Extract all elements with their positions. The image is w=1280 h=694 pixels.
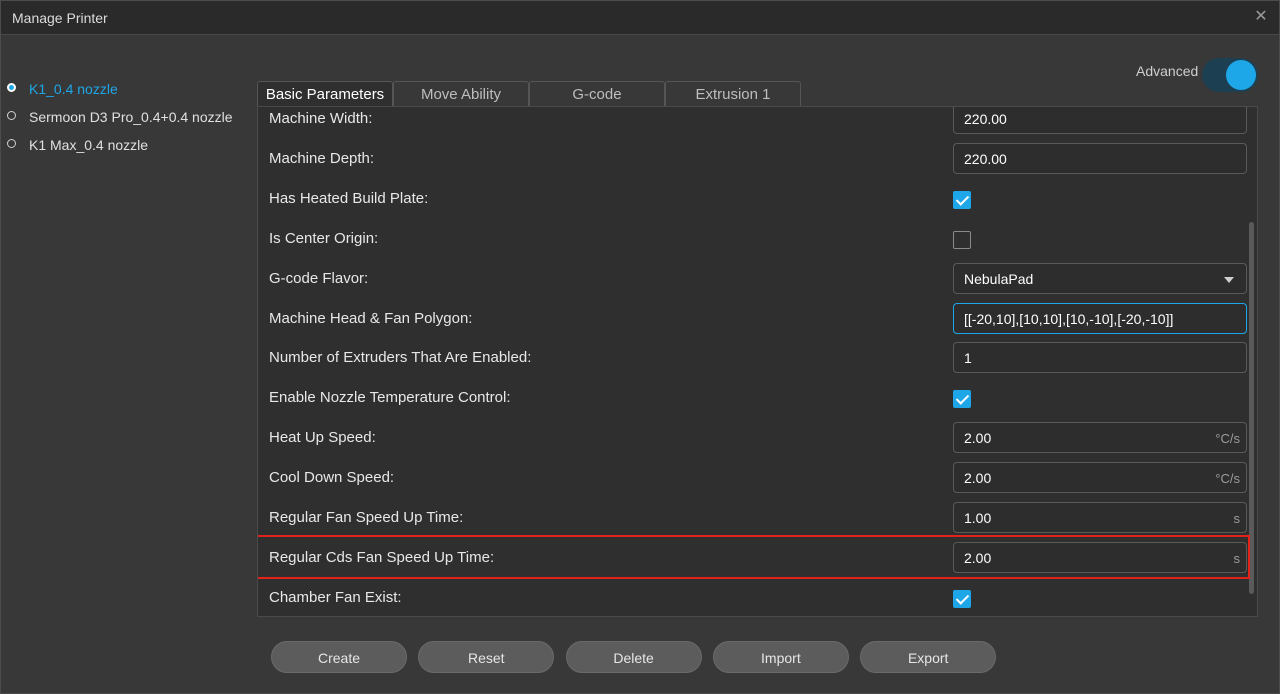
close-icon[interactable]: ✕ [1251,7,1271,27]
input-regular-cds-fan-speed-up-time[interactable]: 2.00 s [953,541,1247,573]
param-label: Chamber Fan Exist: [269,588,402,606]
param-row-cool-down-speed: Cool Down Speed: 2.00 °C/s [258,458,1248,498]
parameters-panel: Machine Width: 220.00 Machine Depth: 220.00… [257,106,1258,617]
manage-printer-window: Manage Printer ✕ K1_0.4 nozzle Sermoon D3… [0,0,1280,694]
input-cool-down-speed[interactable]: 2.00 °C/s [953,462,1247,494]
printer-item-sermoon-d3-pro-0-4-0-4-nozzle[interactable]: Sermoon D3 Pro_0.4+0.4 nozzle [1,103,251,131]
tab-move-ability[interactable]: Move Ability [393,81,529,106]
import-button[interactable]: Import [712,641,849,673]
input-number-of-extruders-that-are-enabled[interactable]: 1 [953,342,1247,374]
param-label: Machine Head & Fan Polygon: [269,309,473,327]
checkbox-enable-nozzle-temperature-control[interactable] [953,390,971,409]
input-machine-depth[interactable]: 220.00 [953,142,1247,174]
field-value: 220.00 [964,111,1007,127]
checkbox-is-center-origin[interactable] [953,230,971,249]
param-row-is-center-origin: Is Center Origin: [258,219,1248,259]
checkbox-chamber-fan-exist[interactable] [953,589,971,608]
param-label: Machine Depth: [269,149,375,167]
param-label: Regular Cds Fan Speed Up Time: [269,548,495,566]
radio-icon[interactable] [7,139,16,148]
field-value: NebulaPad [964,270,1034,287]
tab-g-code[interactable]: G-code [529,81,665,106]
title-bar: Manage Printer ✕ [1,1,1279,35]
param-label: Has Heated Build Plate: [269,189,429,207]
field-unit: °C/s [1215,431,1240,447]
param-row-regular-fan-speed-up-time: Regular Fan Speed Up Time: 1.00 s [258,498,1248,538]
field-value: 220.00 [964,150,1007,167]
radio-icon[interactable] [7,111,16,120]
param-label: Number of Extruders That Are Enabled: [269,349,532,367]
radio-icon[interactable] [7,83,16,92]
param-label: Machine Width: [269,110,373,127]
create-button[interactable]: Create [271,641,407,673]
param-label: G-code Flavor: [269,269,369,287]
param-row-machine-width: Machine Width: 220.00 [258,107,1248,139]
printer-item-k1-max-0-4-nozzle[interactable]: K1 Max_0.4 nozzle [1,131,251,159]
export-button[interactable]: Export [860,641,997,673]
printer-label: Sermoon D3 Pro_0.4+0.4 nozzle [29,109,233,125]
checkbox-has-heated-build-plate[interactable] [953,190,971,209]
param-label: Is Center Origin: [269,229,379,247]
field-unit: °C/s [1215,471,1240,487]
tab-basic-parameters[interactable]: Basic Parameters [257,81,393,107]
param-row-machine-depth: Machine Depth: 220.00 [258,139,1248,179]
field-value: 2.00 [964,430,992,447]
field-unit: s [1233,550,1241,566]
reset-button[interactable]: Reset [418,641,555,673]
field-unit: s [1233,511,1241,526]
delete-button[interactable]: Delete [565,641,702,673]
window-title: Manage Printer [12,10,108,26]
input-machine-head-fan-polygon[interactable]: [[-20,10],[10,10],[10,-10],[-20,-10]] [953,302,1247,334]
toggle-knob [1226,60,1256,90]
param-label: Cool Down Speed: [269,469,395,487]
advanced-label: Advanced [1136,63,1199,79]
param-row-number-of-extruders-that-are-enabled: Number of Extruders That Are Enabled: 1 [258,338,1248,378]
select-g-code-flavor[interactable]: NebulaPad [953,262,1247,294]
printer-label: K1_0.4 nozzle [29,81,118,97]
param-row-heat-up-speed: Heat Up Speed: 2.00 °C/s [258,418,1248,458]
input-heat-up-speed[interactable]: 2.00 °C/s [953,422,1247,454]
input-regular-fan-speed-up-time[interactable]: 1.00 s [953,502,1247,533]
printer-label: K1 Max_0.4 nozzle [29,137,149,153]
panel-scrollbar[interactable] [1249,222,1254,594]
param-row-regular-cds-fan-speed-up-time: Regular Cds Fan Speed Up Time: 2.00 s [258,534,1250,579]
param-row-chamber-fan-exist: Chamber Fan Exist: [258,578,1248,616]
param-label: Regular Fan Speed Up Time: [269,509,464,526]
param-label: Heat Up Speed: [269,429,376,447]
printer-item-k1-0-4-nozzle[interactable]: K1_0.4 nozzle [1,75,251,103]
param-row-has-heated-build-plate: Has Heated Build Plate: [258,179,1248,219]
param-row-g-code-flavor: G-code Flavor: NebulaPad [258,259,1248,299]
tab-extrusion-1[interactable]: Extrusion 1 [665,81,801,106]
chevron-down-icon[interactable] [1224,276,1234,283]
param-label: Enable Nozzle Temperature Control: [269,389,511,407]
field-value: [[-20,10],[10,10],[10,-10],[-20,-10]] [964,310,1174,327]
advanced-toggle[interactable] [1202,58,1258,92]
field-value: 1 [964,350,972,367]
field-value: 1.00 [964,510,992,526]
param-row-machine-head-fan-polygon: Machine Head & Fan Polygon: [[-20,10],[10… [258,299,1248,339]
printer-list: K1_0.4 nozzle Sermoon D3 Pro_0.4+0.4 nozz… [1,75,251,159]
param-row-enable-nozzle-temperature-control: Enable Nozzle Temperature Control: [258,378,1248,418]
input-machine-width[interactable]: 220.00 [953,107,1247,134]
field-value: 2.00 [964,470,992,487]
field-value: 2.00 [964,549,992,566]
